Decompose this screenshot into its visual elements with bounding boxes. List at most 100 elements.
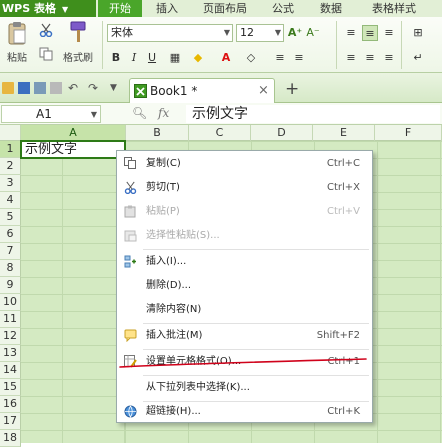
paste-button[interactable]: 粘贴: [4, 20, 30, 64]
paste-label: 粘贴: [7, 53, 27, 64]
row-header[interactable]: 9: [0, 277, 21, 294]
row-header[interactable]: 15: [0, 379, 21, 396]
row-header[interactable]: 10: [0, 294, 21, 311]
tab-home[interactable]: 开始: [98, 0, 142, 17]
chevron-down-icon[interactable]: ▼: [110, 82, 122, 94]
undo-icon[interactable]: ↶: [68, 82, 80, 94]
grow-font-icon[interactable]: A⁺: [287, 25, 303, 41]
font-color-icon[interactable]: A: [218, 50, 234, 66]
menu-item-shortcut: Ctrl+C: [326, 158, 360, 169]
row-header[interactable]: 3: [0, 175, 21, 192]
menu-item-delete[interactable]: 删除(D)...: [117, 274, 372, 298]
menu-item-label: 清除内容(N): [146, 304, 202, 315]
menu-item-paste-special[interactable]: 选择性粘贴(S)...: [117, 224, 372, 248]
align-left-icon[interactable]: ≡: [272, 50, 288, 66]
row-header[interactable]: 11: [0, 311, 21, 328]
fx-icon[interactable]: fx: [158, 106, 169, 120]
menu-item-insert-comment[interactable]: 插入批注(M) Shift+F2: [117, 324, 372, 348]
close-icon[interactable]: ×: [258, 83, 269, 98]
row-header[interactable]: 12: [0, 328, 21, 345]
menu-item-cut[interactable]: 剪切(T) Ctrl+X: [117, 176, 372, 200]
tab-insert[interactable]: 插入: [156, 0, 178, 17]
open-folder-icon[interactable]: [2, 82, 14, 94]
column-header-b[interactable]: B: [126, 125, 189, 141]
shrink-font-icon[interactable]: A⁻: [305, 25, 321, 41]
align-right-icon[interactable]: ≡: [291, 50, 307, 66]
copy-icon: [123, 157, 137, 171]
formula-input[interactable]: 示例文字: [186, 105, 440, 123]
name-box[interactable]: A1 ▼: [1, 105, 101, 123]
cut-button[interactable]: [38, 23, 54, 39]
format-painter-button[interactable]: 格式刷: [58, 20, 98, 64]
zoom-icon[interactable]: 🔍︎: [132, 106, 147, 120]
save-icon[interactable]: [18, 82, 30, 94]
underline-icon[interactable]: U: [144, 50, 160, 66]
menu-item-paste[interactable]: 粘贴(P) Ctrl+V: [117, 200, 372, 224]
fill-color-icon[interactable]: ◆: [190, 50, 206, 66]
row-header[interactable]: 16: [0, 396, 21, 413]
row-header[interactable]: 14: [0, 362, 21, 379]
align-top-icon[interactable]: ≡: [343, 25, 359, 41]
column-header-e[interactable]: E: [313, 125, 375, 141]
row-header[interactable]: 18: [0, 430, 21, 447]
row-header[interactable]: 6: [0, 226, 21, 243]
font-size-value: 12: [240, 26, 254, 39]
row-header[interactable]: 7: [0, 243, 21, 260]
insert-icon: [123, 255, 137, 269]
column-header-d[interactable]: D: [251, 125, 313, 141]
clear-format-icon[interactable]: ◇: [243, 50, 259, 66]
font-name-select[interactable]: 宋体 ▼: [107, 24, 233, 42]
select-all-corner[interactable]: [0, 125, 21, 141]
align-right-text-icon[interactable]: ≡: [381, 50, 397, 66]
bold-icon[interactable]: B: [108, 50, 124, 66]
print-icon[interactable]: [34, 82, 46, 94]
menu-item-shortcut: Ctrl+V: [326, 206, 360, 217]
document-tab[interactable]: Book1 * ×: [129, 78, 275, 103]
row-header[interactable]: 8: [0, 260, 21, 277]
highlight-underline: [119, 358, 367, 368]
app-menu-button[interactable]: WPS 表格 ▼: [0, 0, 96, 17]
format-painter-label: 格式刷: [63, 53, 93, 64]
tab-page-layout[interactable]: 页面布局: [203, 0, 247, 17]
copy-icon: [39, 47, 53, 61]
new-tab-icon[interactable]: +: [285, 79, 299, 99]
menu-item-insert[interactable]: 插入(I)...: [117, 250, 372, 274]
italic-icon[interactable]: I: [126, 50, 142, 66]
row-header[interactable]: 17: [0, 413, 21, 430]
paste-icon: [8, 22, 26, 45]
column-header-c[interactable]: C: [189, 125, 251, 141]
menu-item-clear-contents[interactable]: 清除内容(N): [117, 298, 372, 322]
tab-formulas[interactable]: 公式: [272, 0, 294, 17]
row-header[interactable]: 13: [0, 345, 21, 362]
row-header[interactable]: 4: [0, 192, 21, 209]
cell-a1[interactable]: 示例文字: [20, 140, 126, 159]
column-header-a[interactable]: A: [21, 125, 126, 141]
borders-icon[interactable]: ▦: [167, 50, 183, 66]
menu-item-hyperlink[interactable]: 超链接(H)... Ctrl+K: [117, 400, 372, 424]
tab-table-style[interactable]: 表格样式: [372, 0, 416, 17]
redo-icon[interactable]: ↷: [88, 82, 100, 94]
menu-item-label: 选择性粘贴(S)...: [146, 230, 220, 241]
tab-data[interactable]: 数据: [320, 0, 342, 17]
align-left-text-icon[interactable]: ≡: [343, 50, 359, 66]
merge-cells-icon[interactable]: ⊞: [410, 25, 426, 41]
chevron-down-icon: ▼: [90, 110, 97, 119]
menu-item-label: 插入(I)...: [146, 256, 187, 267]
menu-item-shortcut: Shift+F2: [316, 330, 360, 341]
font-size-select[interactable]: 12 ▼: [236, 24, 284, 42]
row-header[interactable]: 2: [0, 158, 21, 175]
comment-icon: [123, 329, 137, 343]
row-header[interactable]: 1: [0, 141, 21, 158]
row-header[interactable]: 5: [0, 209, 21, 226]
print-preview-icon[interactable]: [50, 82, 62, 94]
column-a-cells[interactable]: [21, 141, 125, 443]
spreadsheet-icon: [134, 84, 147, 98]
menu-item-pick-from-list[interactable]: 从下拉列表中选择(K)...: [117, 376, 372, 400]
align-center-text-icon[interactable]: ≡: [362, 50, 378, 66]
copy-button[interactable]: [38, 47, 54, 63]
wrap-text-icon[interactable]: ↵: [410, 50, 426, 66]
column-header-f[interactable]: F: [375, 125, 442, 141]
align-bottom-icon[interactable]: ≡: [381, 25, 397, 41]
menu-item-copy[interactable]: 复制(C) Ctrl+C: [117, 152, 372, 176]
align-middle-icon[interactable]: ≡: [362, 25, 378, 41]
